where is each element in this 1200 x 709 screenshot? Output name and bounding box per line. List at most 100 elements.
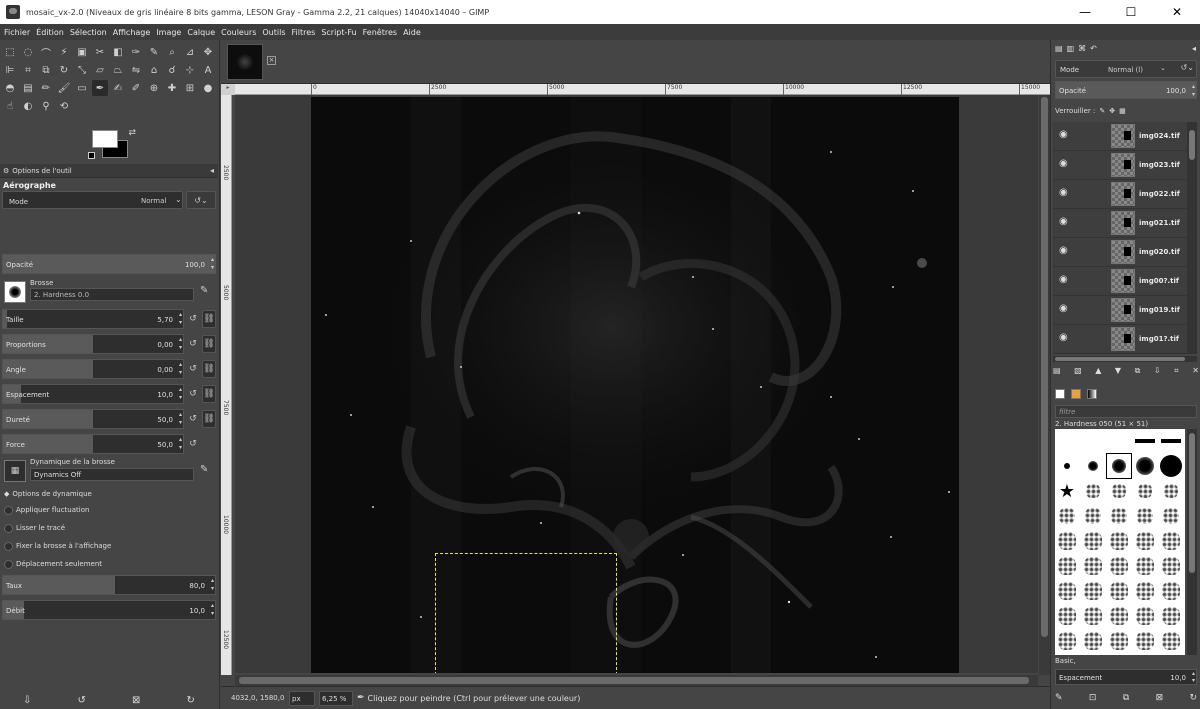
eye-icon[interactable]: ◉	[1059, 188, 1073, 198]
free-select-icon[interactable]: ⌒	[38, 44, 54, 60]
new-layer-icon[interactable]: ▤	[1053, 366, 1061, 380]
color-sample-icon[interactable]: ⚲	[38, 98, 54, 114]
scrollbar-thumb[interactable]	[1041, 97, 1048, 637]
quick-mask-toggle[interactable]: ▸	[221, 84, 235, 95]
checkbox-smooth[interactable]: Lisser le tracé	[4, 521, 65, 535]
dynamics-options-expander[interactable]: ◆ Options de dynamique	[4, 487, 92, 501]
image-thumbnail[interactable]	[227, 44, 263, 80]
zoom-icon[interactable]: ⌕	[164, 44, 180, 60]
scrollbar-thumb[interactable]	[1055, 357, 1185, 361]
brush-cell[interactable]	[1081, 529, 1105, 553]
zoom-select[interactable]: 6,25 %	[319, 690, 353, 706]
edit-brush-icon[interactable]: ✎	[1055, 693, 1063, 703]
lock-alpha-icon[interactable]: ▦	[1119, 107, 1126, 115]
undo-history-tab-icon[interactable]: ↶	[1090, 44, 1097, 56]
clone-icon[interactable]: ⊕	[146, 80, 162, 96]
menu-selection[interactable]: Sélection	[70, 28, 107, 37]
unified-transform-icon[interactable]: ⧉	[38, 62, 54, 78]
link-icon[interactable]: ⛓	[202, 310, 216, 328]
brush-cell[interactable]	[1159, 604, 1183, 628]
brush-cell[interactable]	[1081, 579, 1105, 603]
spin-icon[interactable]: ▴ ▾	[179, 361, 182, 377]
brush-cell[interactable]	[1081, 429, 1105, 453]
slider-taille[interactable]: Taille 5,70 ▴ ▾	[2, 309, 184, 329]
tool-options-tab[interactable]: ⚙ Options de l'outil ◂	[0, 164, 218, 178]
brush-cell[interactable]	[1107, 479, 1131, 503]
handle-transform-icon[interactable]: ⊹	[182, 62, 198, 78]
reset-icon[interactable]: ↺	[186, 310, 200, 328]
warp-icon[interactable]: ☌	[164, 62, 180, 78]
layer-row[interactable]: ◉ img021.tif	[1053, 209, 1187, 238]
image-canvas[interactable]	[311, 97, 959, 673]
vertical-ruler[interactable]: 2500 5000 7500 10000 12500	[221, 95, 232, 675]
layers-scrollbar[interactable]	[1187, 122, 1197, 354]
close-button[interactable]: ✕	[1154, 0, 1200, 24]
layer-opacity-slider[interactable]: Opacité 100,0 ▴ ▾	[1055, 81, 1197, 99]
anchor-layer-icon[interactable]: ⇩	[1154, 366, 1161, 380]
brush-cell[interactable]	[1159, 554, 1183, 578]
checkbox-lock-brush[interactable]: Fixer la brosse à l'affichage	[4, 539, 111, 553]
edit-dynamics-icon[interactable]: ✎	[200, 464, 208, 475]
checkbox-incremental[interactable]: Déplacement seulement	[4, 557, 102, 571]
brush-cell[interactable]	[1107, 579, 1131, 603]
mode-select[interactable]: Mode Normal ⌄	[2, 191, 183, 209]
brush-preview[interactable]	[4, 281, 26, 303]
slider-dureté[interactable]: Dureté 50,0 ▴ ▾	[2, 409, 184, 429]
menu-outils[interactable]: Outils	[262, 28, 285, 37]
lock-pixels-icon[interactable]: ✎	[1099, 107, 1105, 115]
brush-name-field[interactable]: 2. Hardness 0.0	[30, 288, 194, 301]
brush-cell[interactable]	[1081, 454, 1105, 478]
dynamics-name-field[interactable]: Dynamics Off	[30, 468, 194, 481]
brush-cell[interactable]: ★	[1055, 479, 1079, 503]
bucket-fill-icon[interactable]: ◓	[2, 80, 18, 96]
spin-icon[interactable]: ▴ ▾	[211, 256, 214, 272]
brush-cell[interactable]	[1159, 504, 1183, 528]
text-icon[interactable]: A	[200, 62, 216, 78]
canvas-viewport[interactable]	[235, 95, 1038, 673]
brush-cell[interactable]	[1133, 429, 1157, 453]
brush-cell[interactable]	[1159, 454, 1183, 478]
eye-icon[interactable]: ◉	[1059, 246, 1073, 256]
spin-icon[interactable]: ▴ ▾	[179, 411, 182, 427]
airbrush-icon[interactable]: ✒	[92, 80, 108, 96]
menu-affichage[interactable]: Affichage	[113, 28, 151, 37]
paths-icon[interactable]: ✑	[128, 44, 144, 60]
reset-mode-button[interactable]: ↺⌄	[186, 191, 216, 209]
menu-couleurs[interactable]: Couleurs	[221, 28, 256, 37]
perspective-icon[interactable]: ⏢	[110, 62, 126, 78]
refresh-brushes-icon[interactable]: ↻	[1189, 693, 1197, 703]
brush-cell[interactable]	[1107, 554, 1131, 578]
cage-icon[interactable]: ⌂	[146, 62, 162, 78]
scale-icon[interactable]: ⤡	[74, 62, 90, 78]
scrollbar-thumb[interactable]	[1189, 433, 1195, 573]
new-group-icon[interactable]: ▧	[1074, 366, 1082, 380]
layer-row[interactable]: ◉ img020.tif	[1053, 238, 1187, 267]
brush-cell[interactable]	[1055, 529, 1079, 553]
paintbrush-icon[interactable]: 🖌	[56, 80, 72, 96]
crop-icon[interactable]: ⌗	[20, 62, 36, 78]
shear-icon[interactable]: ▱	[92, 62, 108, 78]
spin-icon[interactable]: ▴ ▾	[211, 577, 214, 593]
scrollbar-thumb[interactable]	[1189, 130, 1195, 160]
brush-cell[interactable]	[1159, 529, 1183, 553]
layer-row[interactable]: ◉ img023.tif	[1053, 151, 1187, 180]
brush-cell[interactable]	[1081, 604, 1105, 628]
brush-cell[interactable]	[1159, 579, 1183, 603]
scissors-icon[interactable]: ✂	[92, 44, 108, 60]
menu-aide[interactable]: Aide	[403, 28, 421, 37]
slider-proportions[interactable]: Proportions 0,00 ▴ ▾	[2, 334, 184, 354]
brush-cell[interactable]	[1107, 604, 1131, 628]
duplicate-brush-icon[interactable]: ⧉	[1123, 693, 1129, 703]
layer-row[interactable]: ◉ img01?.tif	[1053, 325, 1187, 354]
delete-layer-icon[interactable]: ✕	[1192, 366, 1199, 380]
heal-icon[interactable]: ✚	[164, 80, 180, 96]
lock-position-icon[interactable]: ✥	[1109, 107, 1115, 115]
eye-icon[interactable]: ◉	[1059, 333, 1073, 343]
color-picker-icon[interactable]: ✎	[146, 44, 162, 60]
duplicate-layer-icon[interactable]: ⧉	[1135, 366, 1141, 380]
brush-cell[interactable]	[1081, 479, 1105, 503]
opacity-slider[interactable]: Opacité 100,0 ▴ ▾	[2, 254, 216, 274]
warp-transform-icon[interactable]: ⟲	[56, 98, 72, 114]
spin-icon[interactable]: ▴ ▾	[1192, 83, 1195, 99]
fuzzy-select-icon[interactable]: ⚡	[56, 44, 72, 60]
